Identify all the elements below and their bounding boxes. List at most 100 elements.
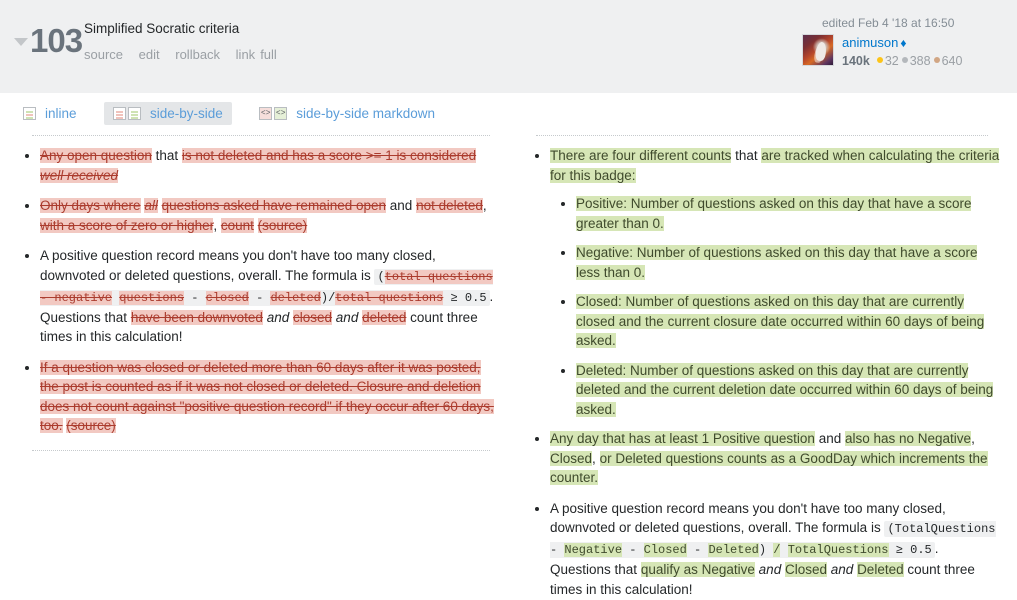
diff-column-current: There are four different counts that are…	[508, 135, 1016, 600]
tab-inline[interactable]: inline	[14, 102, 86, 125]
list-item: Negative: Number of questions asked on t…	[576, 243, 1000, 282]
tab-side-by-side-label: side-by-side	[149, 106, 223, 121]
link-link[interactable]: link	[236, 47, 256, 62]
code-inserted: Closed	[643, 543, 687, 557]
inserted-text: Positive: Number of questions asked on t…	[576, 196, 972, 231]
nested-counts-list: Positive: Number of questions asked on t…	[550, 194, 1000, 419]
current-revision-list: There are four different counts that are…	[526, 146, 1000, 599]
user-name-wrapper: animuson ♦	[842, 34, 962, 52]
list-item: A positive question record means you don…	[40, 246, 494, 347]
plain-text: that	[155, 148, 179, 163]
inserted-text: Closed	[550, 450, 593, 466]
rollback-link[interactable]: rollback	[175, 47, 220, 62]
plain-separator: ,	[482, 198, 487, 213]
column-divider-bottom-left	[32, 449, 490, 451]
collapse-toggle-icon[interactable]	[14, 38, 28, 46]
list-item: Any day that has at least 1 Positive que…	[550, 429, 1000, 488]
source-reference-link[interactable]: (source)	[66, 418, 116, 433]
deleted-text: have been downvoted	[130, 309, 263, 325]
tab-side-by-side[interactable]: side-by-side	[103, 102, 232, 125]
list-item: A positive question record means you don…	[550, 499, 1000, 600]
deleted-text-emphasis: well received	[40, 167, 119, 183]
code-deleted: questions	[119, 290, 185, 305]
code-inserted: TotalQuestions	[787, 543, 889, 557]
tab-side-by-side-markdown[interactable]: <> <> side-by-side markdown	[250, 102, 444, 125]
edited-timestamp: edited Feb 4 '18 at 16:50	[822, 16, 955, 30]
full-link[interactable]: full	[260, 47, 277, 62]
code-plain: )/	[320, 290, 336, 305]
list-item: There are four different counts that are…	[550, 146, 1000, 419]
user-profile-link[interactable]: animuson	[842, 35, 898, 50]
code-plain: -	[629, 543, 637, 557]
revision-action-links: source edit rollback link full	[84, 47, 294, 62]
revision-header: 103 Simplified Socratic criteria source …	[0, 0, 1017, 93]
code-deleted: closed	[205, 290, 249, 305]
gold-badge-icon	[876, 57, 883, 64]
revision-diff-page: 103 Simplified Socratic criteria source …	[0, 0, 1017, 600]
inserted-text: or Deleted questions counts as a GoodDay…	[550, 450, 988, 485]
source-link[interactable]: source	[84, 47, 123, 62]
emphasis-text: and	[335, 309, 359, 325]
code-plain: -	[550, 543, 558, 557]
list-item: Only days where all questions asked have…	[40, 196, 494, 235]
previous-revision-list: Any open question that is not deleted an…	[16, 146, 494, 436]
tab-side-by-side-markdown-label: side-by-side markdown	[296, 106, 436, 121]
code-deleted: total questions	[335, 290, 444, 305]
inserted-text: Negative: Number of questions asked on t…	[576, 245, 978, 280]
source-reference-link[interactable]: (source)	[257, 217, 308, 233]
code-plain: -	[694, 543, 702, 557]
inserted-text: There are four different counts	[550, 148, 732, 163]
edit-link[interactable]: edit	[139, 47, 160, 62]
user-reputation-row: 140k 32 388 640	[842, 53, 962, 70]
code-plain: ≥ 0.5	[895, 543, 932, 557]
code-plain: -	[256, 290, 264, 305]
list-item: If a question was closed or deleted more…	[40, 358, 494, 436]
diff-markdown-icon-left: <>	[259, 107, 273, 120]
code-deleted: - negative	[40, 290, 113, 305]
revision-summary: Simplified Socratic criteria source edit…	[84, 20, 294, 62]
deleted-text: questions asked have remained open	[161, 198, 386, 213]
inserted-text: qualify as Negative	[640, 562, 755, 577]
inserted-text: Closed: Number of questions asked on thi…	[576, 294, 985, 348]
deleted-text: closed	[293, 309, 333, 325]
emphasis-text: and	[266, 309, 290, 325]
list-item: Deleted: Number of questions asked on th…	[576, 361, 1000, 420]
deleted-text: is not deleted and has a score >= 1 is c…	[181, 148, 477, 163]
tab-inline-label: inline	[45, 106, 77, 121]
code-inserted: Deleted	[708, 543, 759, 557]
avatar[interactable]	[802, 34, 834, 66]
revision-vote-count: 103	[30, 22, 83, 59]
deleted-text: Any open question	[40, 148, 152, 163]
silver-badge-icon	[901, 57, 908, 64]
bronze-badge-count[interactable]: 640	[942, 54, 963, 68]
silver-badge-count[interactable]: 388	[910, 54, 931, 68]
reputation-score: 140k	[842, 53, 870, 68]
code-plain: (	[377, 269, 385, 284]
plain-separator: ,	[213, 217, 218, 233]
code-deleted: deleted	[270, 290, 321, 305]
column-divider-top-right	[536, 135, 988, 136]
deleted-text: count	[220, 217, 254, 233]
code-inserted: Negative	[564, 543, 623, 557]
diff-columns: Any open question that is not deleted an…	[0, 135, 1017, 600]
gold-badge-count[interactable]: 32	[885, 54, 899, 68]
list-item: Any open question that is not deleted an…	[40, 146, 494, 185]
inserted-text: Any day that has at least 1 Positive que…	[550, 431, 815, 446]
deleted-text-emphasis: all	[144, 198, 158, 213]
plain-separator: ,	[971, 431, 975, 446]
deleted-text: not deleted	[416, 198, 483, 213]
revision-title: Simplified Socratic criteria	[84, 21, 240, 36]
deleted-text: Only days where	[40, 198, 141, 213]
diff-view-tabs: inline side-by-side <> <> side-by-side ma…	[0, 93, 1017, 135]
deleted-text: with a score of zero or higher	[40, 217, 214, 233]
code-inserted: /	[773, 543, 781, 557]
bronze-badge-icon	[933, 57, 940, 64]
plain-separator: ,	[592, 450, 596, 466]
code-plain: )	[758, 543, 767, 557]
moderator-diamond-icon: ♦	[900, 36, 907, 50]
plain-text: and	[389, 198, 413, 213]
link-group: link full	[236, 47, 282, 62]
code-plain: -	[191, 290, 199, 305]
code-plain: (TotalQuestions	[887, 522, 996, 536]
column-divider-top-left	[32, 135, 490, 136]
